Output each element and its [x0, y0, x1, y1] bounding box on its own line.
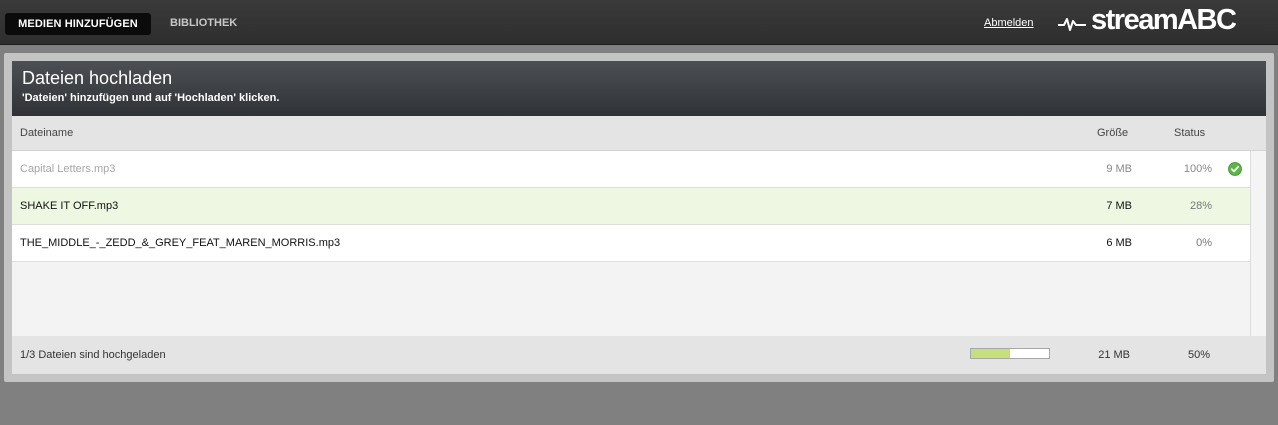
file-status: 0%	[1196, 237, 1212, 249]
file-name: THE_MIDDLE_-_ZEDD_&_GREY_FEAT_MAREN_MORR…	[20, 237, 341, 249]
table-row[interactable]: THE_MIDDLE_-_ZEDD_&_GREY_FEAT_MAREN_MORR…	[12, 225, 1250, 262]
top-navigation: MEDIEN HINZUFÜGEN BIBLIOTHEK Abmelden st…	[0, 0, 1278, 45]
file-size: 9 MB	[1106, 163, 1132, 175]
file-name: Capital Letters.mp3	[20, 163, 116, 175]
file-status: 28%	[1189, 200, 1212, 212]
file-size: 6 MB	[1106, 237, 1132, 249]
panel-subtitle: 'Dateien' hinzufügen und auf 'Hochladen'…	[22, 92, 280, 104]
table-header: Dateiname Größe Status	[12, 116, 1266, 151]
upload-summary-text: 1/3 Dateien sind hochgeladen	[20, 349, 166, 361]
panel-header: Dateien hochladen 'Dateien' hinzufügen u…	[12, 61, 1266, 116]
panel-title: Dateien hochladen	[22, 68, 173, 88]
upload-panel: Dateien hochladen 'Dateien' hinzufügen u…	[4, 53, 1274, 382]
total-size: 21 MB	[1098, 349, 1130, 361]
column-header-filename[interactable]: Dateiname	[20, 127, 73, 139]
upload-summary: 1/3 Dateien sind hochgeladen 21 MB 50%	[12, 336, 1266, 374]
waveform-logo-icon	[1058, 18, 1086, 31]
column-header-status[interactable]: Status	[1174, 127, 1205, 139]
upload-table: Dateiname Größe Status Capital Letters.m…	[12, 116, 1266, 374]
table-row[interactable]: Capital Letters.mp3 9 MB 100%	[12, 151, 1250, 188]
total-status: 50%	[1187, 349, 1210, 361]
file-list: Capital Letters.mp3 9 MB 100% SHAKE IT O…	[12, 151, 1251, 336]
scrollbar[interactable]	[1251, 151, 1266, 336]
table-row[interactable]: SHAKE IT OFF.mp3 7 MB 28%	[12, 188, 1250, 225]
logout-link[interactable]: Abmelden	[984, 17, 1034, 29]
progress-fill	[971, 349, 1010, 358]
tab-medien-hinzufuegen[interactable]: MEDIEN HINZUFÜGEN	[5, 13, 151, 35]
file-name: SHAKE IT OFF.mp3	[20, 200, 119, 212]
file-status: 100%	[1183, 163, 1212, 175]
column-header-size[interactable]: Größe	[1097, 127, 1128, 139]
tab-bibliothek[interactable]: BIBLIOTHEK	[170, 13, 237, 35]
file-size: 7 MB	[1106, 200, 1132, 212]
checkmark-icon	[1228, 162, 1242, 176]
brand-logo: streamABC	[1091, 4, 1237, 36]
total-progress-bar	[970, 348, 1050, 359]
